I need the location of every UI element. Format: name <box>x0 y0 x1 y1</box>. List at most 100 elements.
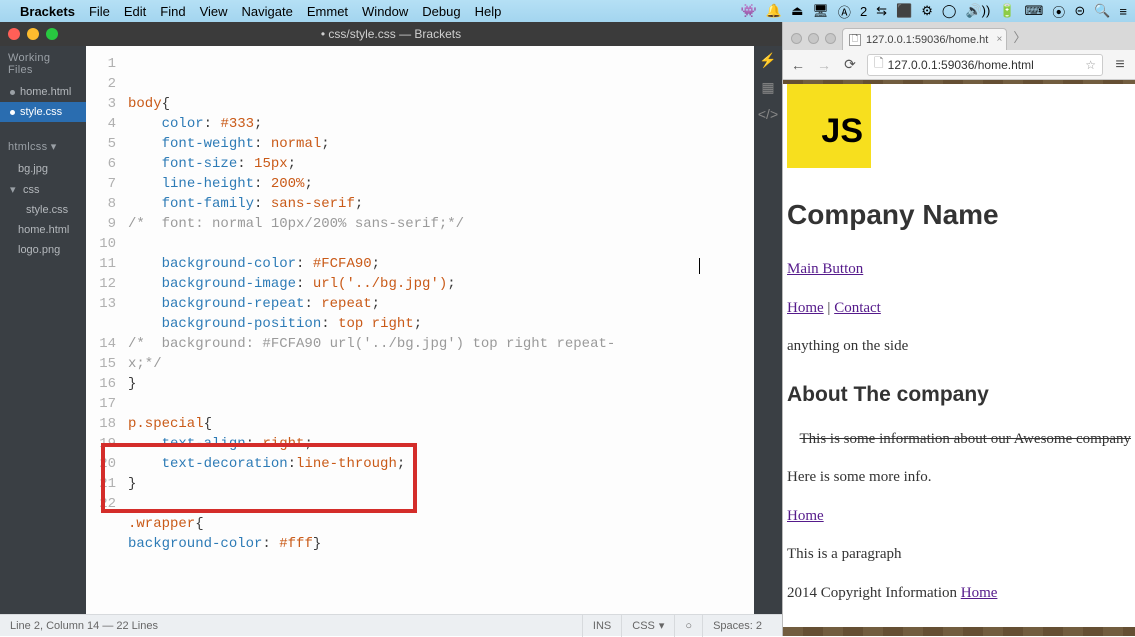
code-line[interactable]: background-color: #FCFA90; <box>128 254 746 274</box>
extensions-icon[interactable]: ▦ <box>761 79 774 96</box>
code-line[interactable]: font-family: sans-serif; <box>128 194 746 214</box>
more-info-text: Here is some more info. <box>787 463 1131 492</box>
menubar-menu-item[interactable]: View <box>200 4 228 19</box>
tab-close-icon[interactable]: × <box>996 34 1002 45</box>
code-line[interactable]: font-size: 15px; <box>128 154 746 174</box>
menubar-menu-item[interactable]: Emmet <box>307 4 348 19</box>
code-line[interactable]: x;*/ <box>128 354 746 374</box>
menubar-status-icon[interactable]: 🔔 <box>766 3 782 19</box>
code-line[interactable]: text-decoration:line-through; <box>128 454 746 474</box>
back-button[interactable]: ← <box>789 56 807 74</box>
menubar-status-icon[interactable]: ⦿ <box>1052 2 1065 21</box>
menubar-status-icon[interactable]: Ⓐ <box>838 2 851 21</box>
menubar-status-icon[interactable]: 🖥 <box>812 3 829 19</box>
tree-file-item[interactable]: logo.png <box>0 240 86 260</box>
page-content: JS Company Name Main Button Home | Conta… <box>783 84 1135 627</box>
code-line[interactable]: background-color: #fff} <box>128 534 746 554</box>
menubar-status-icon[interactable]: ⊝ <box>1074 3 1085 19</box>
working-file-item[interactable]: style.css <box>0 102 86 122</box>
menubar-status-icon[interactable]: 🔍 <box>1094 3 1110 19</box>
code-line[interactable] <box>128 494 746 514</box>
code-line[interactable]: background-repeat: repeat; <box>128 294 746 314</box>
forward-button[interactable]: → <box>815 56 833 74</box>
nav-contact-link[interactable]: Contact <box>834 300 881 316</box>
browser-tab[interactable]: 🗋 127.0.0.1:59036/home.ht × <box>842 28 1007 50</box>
code-line[interactable]: } <box>128 474 746 494</box>
code-tags-icon[interactable]: </> <box>758 106 778 122</box>
chrome-window-controls <box>789 33 842 50</box>
language-mode-label[interactable]: CSS ▾ <box>621 615 674 637</box>
page-icon: 🗋 <box>874 54 884 75</box>
chrome-maximize-button[interactable] <box>825 33 836 44</box>
menubar-status-icon[interactable]: ⇆ <box>876 3 887 19</box>
chrome-close-button[interactable] <box>791 33 802 44</box>
chrome-window: 🗋 127.0.0.1:59036/home.ht × 〉 ← → ⟳ 🗋 12… <box>782 22 1135 636</box>
code-line[interactable]: line-height: 200%; <box>128 174 746 194</box>
menubar-menu-item[interactable]: File <box>89 4 110 19</box>
code-line[interactable]: /* font: normal 10px/200% sans-serif;*/ <box>128 214 746 234</box>
code-line[interactable]: p.special{ <box>128 414 746 434</box>
address-bar[interactable]: 🗋 127.0.0.1:59036/home.html ☆ <box>867 54 1103 76</box>
tree-folder-item[interactable]: ▾css <box>0 179 86 200</box>
code-line[interactable]: } <box>128 374 746 394</box>
menubar-status-icon[interactable]: 🔋 <box>999 3 1015 19</box>
strike-paragraph: This is some information about our Aweso… <box>787 425 1131 454</box>
maximize-window-button[interactable] <box>46 28 58 40</box>
menubar-menu-item[interactable]: Edit <box>124 4 146 19</box>
text-cursor-icon <box>699 258 700 274</box>
bookmark-star-icon[interactable]: ☆ <box>1085 58 1096 72</box>
menubar-status-icon[interactable]: ≡ <box>1119 4 1127 19</box>
menubar-menu-item[interactable]: Help <box>475 4 502 19</box>
brackets-title: • css/style.css — Brackets <box>321 27 461 41</box>
code-line[interactable] <box>128 234 746 254</box>
menubar-status-icon[interactable]: 🔊)) <box>965 3 990 19</box>
main-button-link[interactable]: Main Button <box>787 261 863 277</box>
working-file-item[interactable]: home.html <box>0 82 86 102</box>
live-preview-icon[interactable]: ⚡ <box>759 52 776 69</box>
code-editor[interactable]: 12345678910111213141516171819202122 body… <box>86 46 754 614</box>
code-line[interactable]: font-weight: normal; <box>128 134 746 154</box>
menubar-status-icons: 👾 🔔 ⏏ 🖥 Ⓐ 2 ⇆ ⬛ ⚙ ◯ 🔊)) 🔋 ⌨ ⦿ ⊝ 🔍 ≡ <box>741 2 1127 21</box>
close-window-button[interactable] <box>8 28 20 40</box>
code-line[interactable]: background-position: top right; <box>128 314 746 334</box>
copyright-home-link[interactable]: Home <box>961 585 998 601</box>
insert-mode-label[interactable]: INS <box>582 615 621 637</box>
chevron-down-icon: ▾ <box>659 619 665 632</box>
code-line[interactable] <box>128 394 746 414</box>
chrome-menu-icon[interactable]: ≡ <box>1111 56 1129 74</box>
menubar-status-icon[interactable]: ⬛ <box>896 3 912 19</box>
code-line[interactable]: color: #333; <box>128 114 746 134</box>
nav-home-link[interactable]: Home <box>787 300 824 316</box>
code-content[interactable]: body{ color: #333; font-weight: normal; … <box>124 46 754 614</box>
chrome-minimize-button[interactable] <box>808 33 819 44</box>
code-line[interactable]: body{ <box>128 94 746 114</box>
menubar-menu-item[interactable]: Navigate <box>242 4 293 19</box>
menubar-status-icon[interactable]: 👾 <box>741 3 757 19</box>
tree-file-item[interactable]: style.css <box>0 200 86 220</box>
menubar-menu-item[interactable]: Window <box>362 4 408 19</box>
code-line[interactable]: background-image: url('../bg.jpg'); <box>128 274 746 294</box>
menubar-status-icon[interactable]: ⌨ <box>1025 3 1044 19</box>
menubar-menu-item[interactable]: Debug <box>422 4 460 19</box>
code-line[interactable]: /* background: #FCFA90 url('../bg.jpg') … <box>128 334 746 354</box>
code-line[interactable]: .wrapper{ <box>128 514 746 534</box>
tree-file-item[interactable]: home.html <box>0 220 86 240</box>
menubar-menu-item[interactable]: Find <box>160 4 185 19</box>
menubar-app-name[interactable]: Brackets <box>20 4 75 19</box>
menubar-status-icon[interactable]: ⚙ <box>921 3 933 19</box>
code-line[interactable]: text-align: right; <box>128 434 746 454</box>
browser-viewport[interactable]: JS Company Name Main Button Home | Conta… <box>783 80 1135 636</box>
reload-button[interactable]: ⟳ <box>841 56 859 74</box>
home-link-2[interactable]: Home <box>787 508 824 524</box>
new-tab-icon[interactable]: 〉 <box>1007 27 1032 50</box>
menubar-status-icon[interactable]: ◯ <box>942 3 957 19</box>
menubar-status-icon[interactable]: 2 <box>860 4 867 19</box>
project-header[interactable]: htmlcss ▾ <box>0 134 86 159</box>
minimize-window-button[interactable] <box>27 28 39 40</box>
working-files-header: Working Files <box>0 46 86 82</box>
tree-file-item[interactable]: bg.jpg <box>0 159 86 179</box>
status-circle-icon[interactable]: ○ <box>674 615 702 637</box>
indent-label[interactable]: Spaces: 2 <box>702 615 772 637</box>
brackets-right-toolbar: ⚡ ▦ </> <box>754 46 782 614</box>
menubar-status-icon[interactable]: ⏏ <box>791 3 803 19</box>
